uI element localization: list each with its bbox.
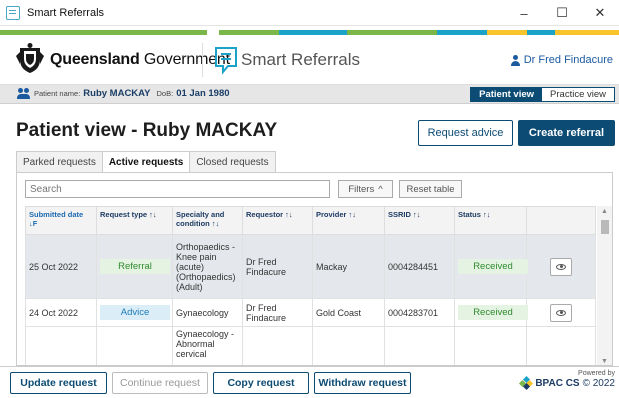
powered-by: Powered by BPAC CS © 2022 — [519, 370, 615, 391]
scrollbar-thumb[interactable] — [601, 220, 609, 234]
requests-table: Submitted date ↓F Request type ↑↓ Specia… — [25, 206, 596, 365]
table-header-row: Submitted date ↓F Request type ↑↓ Specia… — [25, 206, 596, 235]
cell-date: 24 Oct 2022 — [25, 298, 97, 327]
update-request-button[interactable]: Update request — [10, 372, 107, 394]
cell-specialty: Gynaecology — [172, 298, 243, 327]
scroll-down-icon[interactable]: ▼ — [601, 358, 608, 365]
table-row[interactable]: 25 Oct 2022 Referral Orthopaedics - Knee… — [25, 234, 596, 299]
requests-table-container: Submitted date ↓F Request type ↑↓ Specia… — [25, 206, 605, 365]
header-request-type[interactable]: Request type ↑↓ — [96, 206, 173, 235]
cell-requestor — [242, 326, 313, 365]
cell-specialty: Orthopaedics - Knee pain (acute) (Orthop… — [172, 234, 243, 299]
header-ssrid[interactable]: SSRID ↑↓ — [384, 206, 455, 235]
page-title: Patient view - Ruby MACKAY — [16, 120, 278, 141]
status-badge: Received — [458, 259, 528, 274]
queensland-crest-icon — [16, 43, 44, 73]
create-referral-button[interactable]: Create referral — [518, 120, 615, 146]
header-requestor[interactable]: Requestor ↑↓ — [242, 206, 313, 235]
tab-parked-requests[interactable]: Parked requests — [16, 151, 103, 172]
cell-type — [96, 326, 173, 365]
patient-dob: 01 Jan 1980 — [176, 88, 230, 99]
cell-provider: Mackay — [312, 234, 385, 299]
requests-panel: Filters ^ Reset table Submitted date ↓F … — [16, 172, 613, 366]
window-controls: – ☐ ✕ — [505, 0, 619, 26]
cell-ssrid: 0004283701 — [384, 298, 455, 327]
action-footer: Update request Continue request Copy req… — [0, 366, 619, 398]
patient-icon — [17, 88, 30, 99]
app-name: Smart Referrals — [241, 50, 361, 69]
app-icon — [6, 5, 20, 20]
maximize-button[interactable]: ☐ — [543, 0, 581, 26]
patient-name: Ruby MACKAY — [83, 88, 151, 99]
cell-date — [25, 326, 97, 365]
copy-request-button[interactable]: Copy request — [213, 372, 309, 394]
user-icon — [510, 54, 521, 66]
patient-name-label: Patient name: — [34, 89, 81, 98]
withdraw-request-button[interactable]: Withdraw request — [314, 372, 411, 394]
filters-button[interactable]: Filters ^ — [338, 180, 393, 198]
request-type-badge: Advice — [100, 305, 170, 320]
cell-date: 25 Oct 2022 — [25, 234, 97, 299]
tab-active-requests[interactable]: Active requests — [101, 151, 191, 173]
brand-divider — [202, 43, 203, 77]
table-row[interactable]: Gynaecology - Abnormal cervical — [25, 326, 596, 365]
header-submitted-date[interactable]: Submitted date ↓F — [25, 206, 97, 235]
cell-specialty: Gynaecology - Abnormal cervical — [172, 326, 243, 365]
eye-icon — [556, 309, 566, 316]
scroll-up-icon[interactable]: ▲ — [601, 208, 608, 215]
bpac-logo-icon — [519, 375, 534, 391]
chevron-up-icon: ^ — [378, 183, 383, 195]
header-provider[interactable]: Provider ↑↓ — [312, 206, 385, 235]
cell-provider — [312, 326, 385, 365]
brand-header: Queensland Government Smart Referrals Dr… — [0, 35, 619, 85]
window-title: Smart Referrals — [27, 6, 105, 19]
table-scrollbar[interactable]: ▲ ▼ — [597, 206, 612, 365]
view-request-button[interactable] — [550, 257, 572, 276]
window-titlebar: Smart Referrals – ☐ ✕ — [0, 0, 619, 26]
user-menu[interactable]: Dr Fred Findacure — [510, 54, 613, 66]
smart-referrals-icon — [215, 47, 237, 75]
cell-ssrid — [384, 326, 455, 365]
request-advice-button[interactable]: Request advice — [418, 120, 513, 146]
view-toggle: Patient view Practice view — [470, 87, 615, 102]
close-button[interactable]: ✕ — [581, 0, 619, 26]
patient-view-toggle[interactable]: Patient view — [471, 88, 543, 101]
header-actions — [526, 206, 596, 235]
continue-request-button[interactable]: Continue request — [112, 372, 208, 394]
table-row[interactable]: 24 Oct 2022 Advice Gynaecology Dr Fred F… — [25, 298, 596, 327]
eye-icon — [556, 263, 566, 270]
practice-view-toggle[interactable]: Practice view — [542, 88, 614, 101]
cell-requestor: Dr Fred Findacure — [242, 234, 313, 299]
powered-by-brand: BPAC CS © 2022 — [519, 375, 615, 391]
dob-label: DoB: — [156, 89, 174, 98]
header-specialty[interactable]: Specialty and condition ↑↓ — [172, 206, 243, 235]
request-tabs: Parked requests Active requests Closed r… — [16, 151, 276, 173]
patient-bar: Patient name: Ruby MACKAY DoB: 01 Jan 19… — [0, 85, 619, 104]
status-badge: Received — [458, 305, 528, 320]
patient-info: Patient name: Ruby MACKAY DoB: 01 Jan 19… — [17, 88, 236, 99]
cell-status — [454, 326, 527, 365]
user-name: Dr Fred Findacure — [523, 54, 613, 66]
cell-ssrid: 0004284451 — [384, 234, 455, 299]
header-status[interactable]: Status ↑↓ — [454, 206, 527, 235]
tab-closed-requests[interactable]: Closed requests — [189, 151, 276, 172]
request-type-badge: Referral — [100, 259, 170, 274]
reset-table-button[interactable]: Reset table — [399, 180, 462, 198]
powered-by-label: Powered by — [578, 370, 615, 377]
filters-label: Filters — [348, 183, 375, 195]
cell-provider: Gold Coast — [312, 298, 385, 327]
search-input[interactable] — [25, 180, 330, 198]
minimize-button[interactable]: – — [505, 0, 543, 26]
cell-requestor: Dr Fred Findacure — [242, 298, 313, 327]
view-request-button[interactable] — [550, 303, 572, 322]
